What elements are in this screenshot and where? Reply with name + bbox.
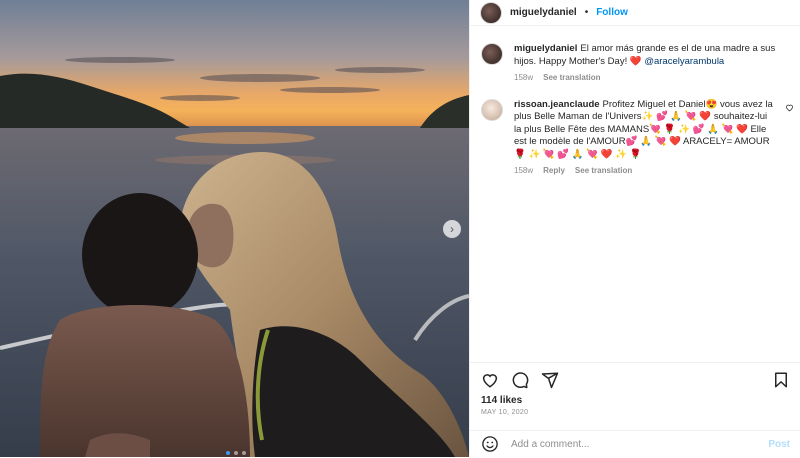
- likes-count[interactable]: 114 likes: [470, 389, 800, 406]
- carousel-indicator: [226, 451, 246, 455]
- comment-input[interactable]: [509, 437, 759, 451]
- photo-scene: [0, 0, 469, 457]
- avatar[interactable]: [481, 43, 503, 65]
- comment-username[interactable]: rissoan.jeanclaude: [514, 99, 600, 110]
- bookmark-icon[interactable]: [772, 371, 790, 389]
- carousel-dot: [226, 451, 230, 455]
- mention-link[interactable]: @aracelyarambula: [644, 56, 724, 67]
- carousel-dot: [234, 451, 238, 455]
- add-comment-bar: Post: [470, 430, 800, 457]
- comment: rissoan.jeanclaude Profitez Miguel et Dan…: [481, 98, 796, 178]
- post-photo[interactable]: ›: [0, 0, 469, 457]
- post-username[interactable]: miguelydaniel: [510, 7, 577, 18]
- post-header: miguelydaniel • Follow: [470, 0, 800, 26]
- comment-like-icon[interactable]: [785, 103, 794, 114]
- chevron-right-icon: ›: [450, 222, 454, 236]
- post-actions: 114 likes MAY 10, 2020: [470, 362, 800, 416]
- comments-list: miguelydaniel El amor más grande es el de…: [481, 36, 796, 178]
- follow-button[interactable]: Follow: [596, 7, 628, 18]
- post-date: MAY 10, 2020: [481, 409, 529, 416]
- comment-icon[interactable]: [511, 371, 529, 389]
- caption-username[interactable]: miguelydaniel: [514, 43, 577, 54]
- heart-icon[interactable]: [481, 371, 499, 389]
- reply-button[interactable]: Reply: [543, 165, 565, 178]
- carousel-dot: [242, 451, 246, 455]
- separator-dot: •: [584, 7, 589, 18]
- see-translation-button[interactable]: See translation: [543, 72, 600, 85]
- see-translation-button[interactable]: See translation: [575, 165, 632, 178]
- caption-age[interactable]: 158w: [514, 72, 533, 85]
- next-slide-button[interactable]: ›: [443, 220, 461, 238]
- emoji-icon[interactable]: [481, 435, 499, 453]
- avatar[interactable]: [480, 1, 502, 24]
- post-sidebar: miguelydaniel • Follow miguelydaniel El a…: [469, 0, 800, 457]
- comment-age[interactable]: 158w: [514, 165, 533, 178]
- share-icon[interactable]: [541, 371, 559, 389]
- avatar[interactable]: [481, 98, 503, 121]
- caption: miguelydaniel El amor más grande es el de…: [481, 43, 796, 85]
- post-comment-button[interactable]: Post: [768, 439, 790, 450]
